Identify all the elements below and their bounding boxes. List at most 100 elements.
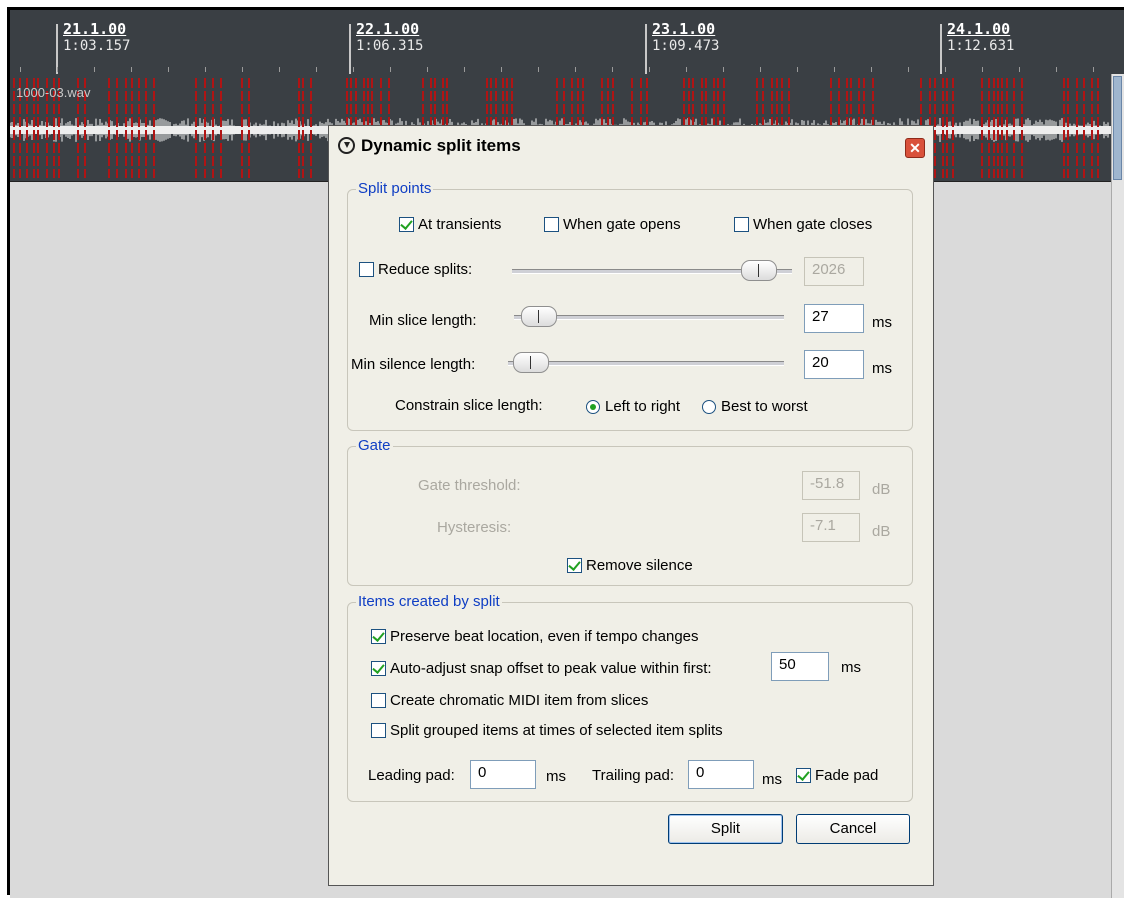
remove-silence-checkbox[interactable]: Remove silence: [567, 557, 693, 574]
ruler-minor-tick: [57, 67, 58, 72]
preserve-beat-checkbox[interactable]: Preserve beat location, even if tempo ch…: [371, 628, 699, 645]
ruler-minor-tick: [834, 67, 835, 72]
ruler-minor-tick: [353, 67, 354, 72]
slider-thumb[interactable]: [741, 260, 777, 281]
reduce-splits-checkbox[interactable]: Reduce splits:: [359, 261, 472, 278]
dialog-titlebar[interactable]: Dynamic split items ✕: [329, 126, 933, 164]
gate-closes-checkbox[interactable]: When gate closes: [734, 216, 872, 233]
checkbox-box[interactable]: [567, 558, 582, 573]
ruler-minor-tick: [242, 67, 243, 72]
timeline-ruler[interactable]: 21.1.00 1:03.157 22.1.00 1:06.315 23.1.0…: [10, 10, 1124, 74]
items-created-group: Items created by split Preserve beat loc…: [347, 593, 913, 802]
fade-pad-checkbox[interactable]: Fade pad: [796, 767, 878, 784]
left-to-right-radio[interactable]: Left to right: [586, 398, 680, 415]
reduce-splits-slider[interactable]: [512, 260, 792, 282]
ruler-minor-tick: [94, 67, 95, 72]
ruler-minor-tick: [908, 67, 909, 72]
ruler-time-label: 1:09.473: [652, 38, 720, 54]
item-name: 1000-03.wav: [16, 85, 91, 100]
split-grouped-checkbox[interactable]: Split grouped items at times of selected…: [371, 722, 723, 739]
reduce-splits-field[interactable]: 2026: [804, 257, 864, 286]
min-silence-field[interactable]: 20: [804, 350, 864, 379]
min-silence-slider[interactable]: [508, 352, 784, 374]
chromatic-midi-checkbox[interactable]: Create chromatic MIDI item from slices: [371, 692, 648, 709]
checkbox-label: Remove silence: [586, 557, 693, 574]
group-legend: Split points: [356, 180, 434, 197]
ruler-minor-tick: [760, 67, 761, 72]
ruler-time-label: 1:06.315: [356, 38, 424, 54]
ruler-minor-tick: [649, 67, 650, 72]
checkbox-label: Split grouped items at times of selected…: [390, 722, 723, 739]
checkbox-box[interactable]: [371, 723, 386, 738]
checkbox-box[interactable]: [399, 217, 414, 232]
ruler-mark: 21.1.00 1:03.157: [56, 20, 131, 74]
checkbox-label: Reduce splits:: [378, 261, 473, 278]
ruler-minor-tick: [723, 67, 724, 72]
unit-label: dB: [872, 481, 891, 498]
close-button[interactable]: ✕: [905, 138, 925, 158]
checkbox-box[interactable]: [796, 768, 811, 783]
ruler-minor-tick: [279, 67, 280, 72]
ruler-mark: 24.1.00 1:12.631: [940, 20, 1015, 74]
ruler-minor-tick: [316, 67, 317, 72]
split-button[interactable]: Split: [668, 814, 783, 844]
min-slice-field[interactable]: 27: [804, 304, 864, 333]
unit-label: ms: [872, 360, 892, 377]
group-legend: Items created by split: [356, 593, 502, 610]
gate-threshold-label: Gate threshold:: [418, 477, 521, 494]
trailing-pad-label: Trailing pad:: [592, 767, 674, 784]
checkbox-box[interactable]: [371, 629, 386, 644]
ruler-bar-label: 22.1.00: [356, 20, 420, 38]
ruler-minor-tick: [427, 67, 428, 72]
ruler-minor-tick: [1056, 67, 1057, 72]
leading-pad-label: Leading pad:: [368, 767, 455, 784]
ruler-time-label: 1:03.157: [63, 38, 131, 54]
gate-group: Gate Gate threshold: -51.8 dB Hysteresis…: [347, 437, 913, 586]
ruler-minor-tick: [612, 67, 613, 72]
best-to-worst-radio[interactable]: Best to worst: [702, 398, 808, 415]
checkbox-box[interactable]: [734, 217, 749, 232]
checkbox-box[interactable]: [544, 217, 559, 232]
hysteresis-field[interactable]: -7.1: [802, 513, 860, 542]
radio-label: Left to right: [605, 398, 681, 415]
gate-opens-checkbox[interactable]: When gate opens: [544, 216, 681, 233]
dialog-title: Dynamic split items: [361, 136, 521, 155]
vertical-scrollbar[interactable]: [1111, 74, 1124, 898]
radio-circle[interactable]: [586, 399, 600, 414]
checkbox-box[interactable]: [371, 693, 386, 708]
slider-thumb[interactable]: [521, 306, 557, 327]
radio-circle[interactable]: [702, 399, 716, 414]
ruler-time-label: 1:12.631: [947, 38, 1015, 54]
checkbox-label: Auto-adjust snap offset to peak value wi…: [390, 660, 712, 677]
ruler-bar-label: 23.1.00: [652, 20, 716, 38]
trailing-pad-field[interactable]: 0: [688, 760, 754, 789]
gate-threshold-field[interactable]: -51.8: [802, 471, 860, 500]
unit-label: ms: [762, 771, 782, 788]
hysteresis-label: Hysteresis:: [437, 519, 512, 536]
ruler-minor-tick: [501, 67, 502, 72]
scrollbar-thumb[interactable]: [1113, 76, 1122, 180]
ruler-minor-tick: [538, 67, 539, 72]
ruler-minor-tick: [20, 67, 21, 72]
at-transients-checkbox[interactable]: At transients: [399, 216, 501, 233]
ruler-minor-tick: [390, 67, 391, 72]
auto-adjust-field[interactable]: 50: [771, 652, 829, 681]
ruler-minor-tick: [797, 67, 798, 72]
unit-label: dB: [872, 523, 891, 540]
dynamic-split-dialog: Dynamic split items ✕ Split points At tr…: [328, 125, 934, 886]
radio-label: Best to worst: [721, 398, 808, 415]
min-slice-slider[interactable]: [514, 306, 784, 328]
cancel-button[interactable]: Cancel: [796, 814, 910, 844]
ruler-minor-tick: [945, 67, 946, 72]
auto-adjust-checkbox[interactable]: Auto-adjust snap offset to peak value wi…: [371, 660, 712, 677]
constrain-label: Constrain slice length:: [395, 397, 543, 414]
checkbox-box[interactable]: [371, 661, 386, 676]
unit-label: ms: [872, 314, 892, 331]
reaper-logo-icon: [338, 137, 355, 154]
slider-thumb[interactable]: [513, 352, 549, 373]
leading-pad-field[interactable]: 0: [470, 760, 536, 789]
min-slice-label: Min slice length:: [369, 312, 477, 329]
checkbox-box[interactable]: [359, 262, 374, 277]
ruler-minor-tick: [168, 67, 169, 72]
ruler-minor-tick: [131, 67, 132, 72]
